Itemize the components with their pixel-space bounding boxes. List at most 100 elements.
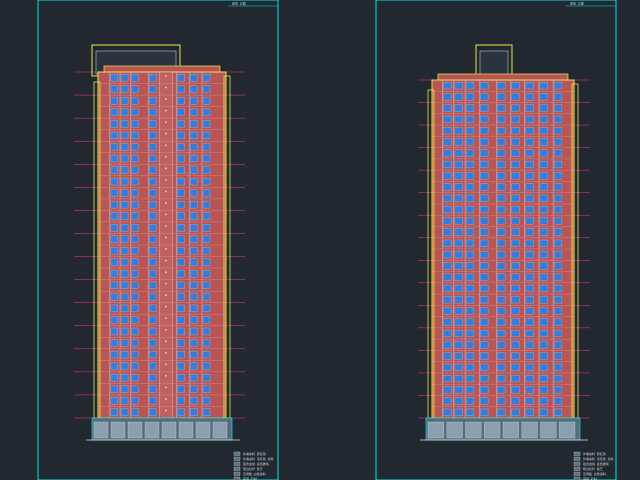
window — [539, 341, 548, 349]
shaft-vent — [164, 340, 167, 343]
window — [525, 104, 534, 112]
window — [525, 172, 534, 180]
window — [497, 307, 506, 315]
window — [511, 183, 520, 191]
window — [511, 284, 520, 292]
window — [131, 350, 139, 359]
window — [131, 362, 139, 370]
window — [539, 206, 548, 214]
window — [177, 224, 185, 232]
window — [539, 194, 548, 202]
window — [120, 85, 129, 93]
window — [120, 131, 129, 140]
window — [110, 362, 118, 370]
shaft-vent — [164, 386, 167, 389]
window — [511, 251, 520, 259]
window — [465, 160, 475, 169]
shaft-vent — [164, 259, 167, 262]
window — [177, 120, 185, 128]
window — [553, 363, 563, 371]
window — [120, 408, 129, 416]
window — [443, 138, 452, 146]
window — [110, 327, 118, 336]
legend-swatch — [233, 471, 241, 476]
window — [202, 281, 211, 289]
window — [454, 183, 463, 191]
window — [465, 127, 475, 135]
window — [539, 104, 548, 112]
window — [202, 385, 211, 393]
window — [120, 362, 129, 370]
window — [553, 194, 563, 202]
window — [511, 352, 520, 360]
window — [454, 228, 463, 236]
window — [539, 183, 548, 191]
shaft-vent — [164, 363, 167, 366]
window — [202, 166, 211, 174]
window — [553, 397, 563, 405]
window — [190, 212, 198, 220]
window — [202, 74, 211, 82]
window — [190, 154, 198, 163]
window — [443, 375, 452, 383]
window — [539, 160, 548, 169]
window — [177, 327, 185, 336]
window — [553, 375, 563, 383]
window — [553, 82, 563, 90]
window — [465, 284, 475, 292]
shaft-vent — [164, 294, 167, 297]
window — [454, 284, 463, 292]
window — [497, 251, 506, 259]
window — [177, 247, 185, 255]
window — [202, 235, 211, 243]
window — [110, 74, 118, 82]
window — [443, 408, 452, 416]
window — [110, 120, 118, 128]
legend-label: 外墙涂料 砖红色 — [583, 451, 606, 456]
window — [149, 327, 157, 336]
window — [525, 183, 534, 191]
window — [177, 154, 185, 163]
window — [149, 224, 157, 232]
podium-bay — [93, 421, 109, 439]
window — [177, 143, 185, 151]
window — [177, 350, 185, 359]
podium-bay — [127, 421, 143, 439]
window — [553, 104, 563, 112]
window — [120, 374, 129, 382]
window — [454, 251, 463, 259]
cad-drawing-canvas[interactable]: 建筑 立面 外墙涂料 砖红色 外墙涂料 浅灰色 线条 铝合金窗 蓝色玻璃 阳台栏杆 铁… — [0, 0, 640, 480]
window — [131, 85, 139, 93]
window — [553, 273, 563, 281]
window — [131, 304, 139, 313]
window — [480, 217, 489, 225]
window — [110, 350, 118, 359]
legend-swatch — [233, 451, 241, 456]
window — [480, 273, 489, 281]
window — [525, 262, 534, 270]
window — [480, 206, 489, 214]
window — [443, 194, 452, 202]
window — [465, 183, 475, 191]
window — [443, 262, 452, 270]
podium-bay — [110, 421, 126, 439]
window — [480, 397, 489, 405]
window — [511, 386, 520, 394]
window — [539, 239, 548, 247]
window — [202, 408, 211, 416]
podium-bay — [195, 421, 211, 439]
window — [497, 217, 506, 225]
right-legend: 外墙涂料 砖红色外墙涂料 浅灰色 线条铝合金窗 蓝色玻璃阳台栏杆 铁艺空调板 白… — [573, 451, 614, 480]
window — [110, 304, 118, 313]
window — [539, 82, 548, 90]
podium-bay — [559, 421, 576, 439]
window — [149, 247, 157, 255]
window — [131, 385, 139, 393]
window — [465, 228, 475, 236]
window — [190, 327, 198, 336]
window — [202, 304, 211, 313]
shaft-vent — [164, 305, 167, 308]
right-building-elevation — [418, 44, 590, 441]
window — [465, 397, 475, 405]
shaft-vent — [164, 132, 167, 135]
